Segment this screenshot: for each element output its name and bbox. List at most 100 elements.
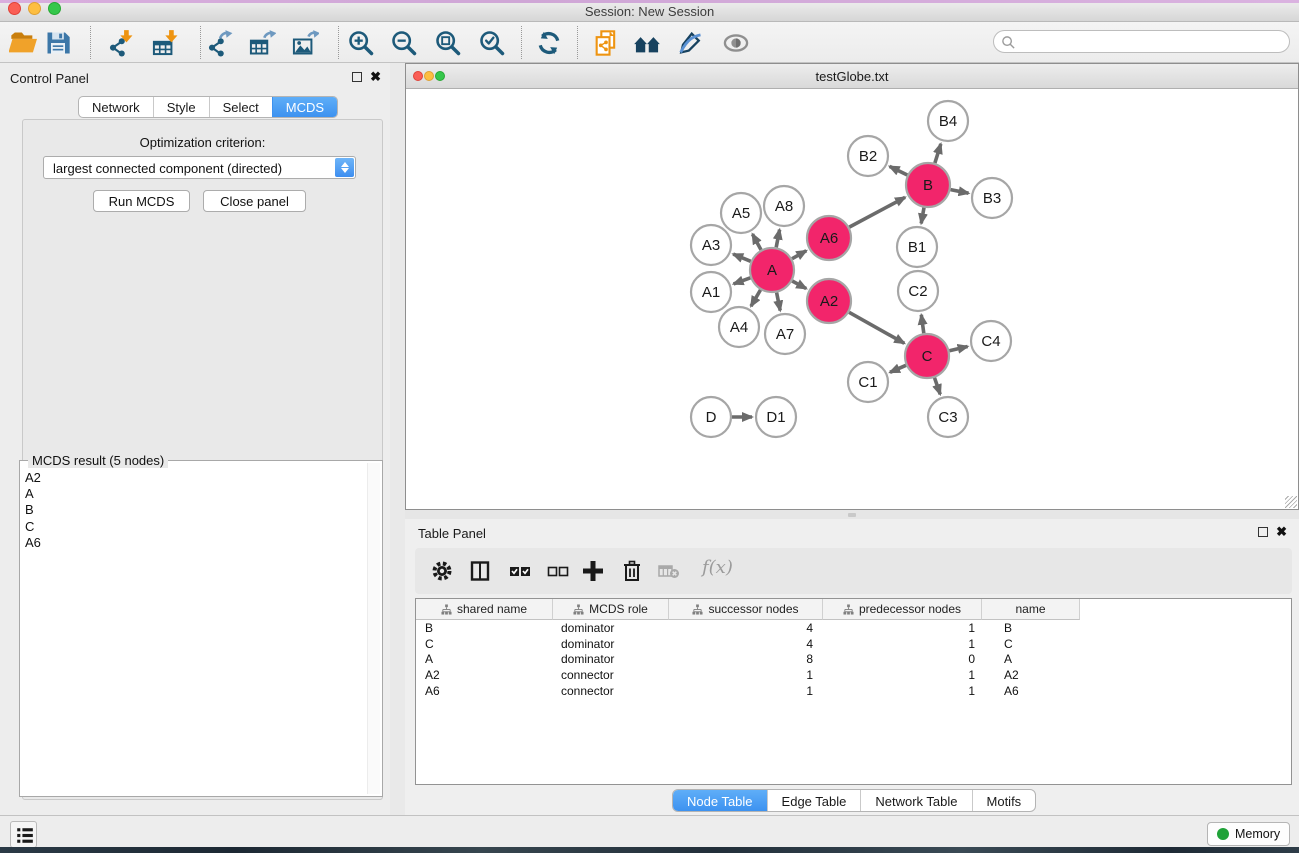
table-row-a6[interactable]: A6connector11A6: [416, 683, 1291, 699]
graph-node-C[interactable]: C: [905, 334, 949, 378]
deselect-all-icon[interactable]: [546, 559, 570, 583]
graph-edge-A6-B[interactable]: [849, 197, 905, 227]
network-canvas[interactable]: B4B2BB3A5A8A6B1A3AC2A1A2A4A7C4CC1C3DD1: [406, 89, 1298, 509]
network-window-titlebar[interactable]: testGlobe.txt: [406, 64, 1298, 89]
network-from-selection-icon[interactable]: [592, 29, 620, 57]
graph-node-C1[interactable]: C1: [848, 362, 888, 402]
show-graphics-details-icon[interactable]: [722, 29, 750, 57]
graph-node-B4[interactable]: B4: [928, 101, 968, 141]
memory-button[interactable]: Memory: [1207, 822, 1290, 846]
tab-network-table[interactable]: Network Table: [860, 790, 971, 811]
tab-mcds[interactable]: MCDS: [272, 97, 337, 117]
result-item-a6[interactable]: A6: [23, 535, 365, 551]
function-builder-icon[interactable]: f(x): [702, 557, 733, 578]
close-panel-button[interactable]: Close panel: [203, 190, 306, 212]
graph-edge-C-C3[interactable]: [935, 378, 941, 395]
tab-node-table[interactable]: Node Table: [673, 790, 767, 811]
tab-style[interactable]: Style: [153, 97, 209, 117]
search-field[interactable]: [993, 30, 1290, 53]
graph-edge-A-A4[interactable]: [751, 290, 761, 306]
graph-node-B1[interactable]: B1: [897, 227, 937, 267]
result-item-c[interactable]: C: [23, 519, 365, 535]
graph-edge-B-B1[interactable]: [921, 208, 924, 224]
graph-node-A8[interactable]: A8: [764, 186, 804, 226]
table-row-a[interactable]: Adominator80A: [416, 652, 1291, 668]
open-file-icon[interactable]: [9, 29, 37, 57]
column-header-successor-nodes[interactable]: successor nodes: [669, 599, 823, 620]
import-table-icon[interactable]: [151, 29, 179, 57]
add-column-icon[interactable]: [581, 559, 605, 583]
graph-node-C4[interactable]: C4: [971, 321, 1011, 361]
graph-edge-A-A2[interactable]: [792, 281, 806, 289]
graph-node-A6[interactable]: A6: [807, 216, 851, 260]
export-image-icon[interactable]: [291, 29, 319, 57]
graph-edge-B-B3[interactable]: [951, 190, 969, 194]
cybrowser-home-icon[interactable]: [633, 29, 661, 57]
result-scrollbar[interactable]: [367, 463, 380, 794]
tab-select[interactable]: Select: [209, 97, 272, 117]
graph-edge-A-A8[interactable]: [776, 230, 779, 248]
optimization-criterion-select[interactable]: largest connected component (directed): [43, 156, 356, 179]
float-table-panel-icon[interactable]: [1258, 527, 1268, 537]
graph-edge-C-C4[interactable]: [949, 347, 967, 351]
tab-motifs[interactable]: Motifs: [972, 790, 1036, 811]
column-header-shared-name[interactable]: shared name: [416, 599, 553, 620]
column-header-predecessor-nodes[interactable]: predecessor nodes: [823, 599, 982, 620]
graph-node-A2[interactable]: A2: [807, 279, 851, 323]
export-network-icon[interactable]: [205, 29, 233, 57]
graph-edge-B-B4[interactable]: [935, 144, 941, 163]
graph-node-B2[interactable]: B2: [848, 136, 888, 176]
close-table-panel-icon[interactable]: ✖: [1276, 527, 1287, 537]
column-header-MCDS-role[interactable]: MCDS role: [553, 599, 669, 620]
graph-node-D1[interactable]: D1: [756, 397, 796, 437]
graph-node-A7[interactable]: A7: [765, 314, 805, 354]
zoom-selected-icon[interactable]: [478, 29, 506, 57]
graph-node-A4[interactable]: A4: [719, 307, 759, 347]
column-header-name[interactable]: name: [982, 599, 1080, 620]
graph-edge-C-C1[interactable]: [890, 365, 906, 372]
zoom-out-icon[interactable]: [390, 29, 418, 57]
graph-edge-A-A7[interactable]: [777, 293, 781, 311]
app-titlebar[interactable]: Session: New Session: [0, 3, 1299, 22]
graph-edge-A-A5[interactable]: [753, 234, 762, 250]
tab-edge-table[interactable]: Edge Table: [767, 790, 861, 811]
table-row-a2[interactable]: A2connector11A2: [416, 667, 1291, 683]
import-network-icon[interactable]: [106, 29, 134, 57]
search-input[interactable]: [1020, 32, 1280, 51]
graph-node-D[interactable]: D: [691, 397, 731, 437]
graph-edge-C-C2[interactable]: [921, 315, 924, 333]
column-view-icon[interactable]: [468, 559, 492, 583]
export-table-icon[interactable]: [248, 29, 276, 57]
node-table[interactable]: shared nameMCDS rolesuccessor nodesprede…: [415, 598, 1292, 785]
result-item-a[interactable]: A: [23, 486, 365, 502]
save-session-icon[interactable]: [44, 29, 72, 57]
delete-column-icon[interactable]: [620, 559, 644, 583]
window-resize-grip[interactable]: [1285, 496, 1297, 508]
graph-node-C2[interactable]: C2: [898, 271, 938, 311]
graph-node-A1[interactable]: A1: [691, 272, 731, 312]
result-item-b[interactable]: B: [23, 502, 365, 518]
float-panel-icon[interactable]: [352, 72, 362, 82]
graph-node-A5[interactable]: A5: [721, 193, 761, 233]
hide-annotations-icon[interactable]: [676, 29, 704, 57]
table-settings-icon[interactable]: [430, 559, 454, 583]
run-mcds-button[interactable]: Run MCDS: [93, 190, 190, 212]
graph-node-C3[interactable]: C3: [928, 397, 968, 437]
select-all-icon[interactable]: [508, 559, 532, 583]
close-panel-icon[interactable]: ✖: [370, 72, 381, 82]
graph-node-B3[interactable]: B3: [972, 178, 1012, 218]
result-item-a2[interactable]: A2: [23, 470, 365, 486]
graph-edge-B-B2[interactable]: [890, 166, 908, 175]
delete-table-icon[interactable]: [657, 559, 681, 583]
table-row-b[interactable]: Bdominator41B: [416, 620, 1291, 636]
table-row-c[interactable]: Cdominator41C: [416, 636, 1291, 652]
zoom-fit-icon[interactable]: [434, 29, 462, 57]
graph-edge-A2-C[interactable]: [849, 312, 904, 343]
tab-network[interactable]: Network: [79, 97, 153, 117]
graph-node-B[interactable]: B: [906, 163, 950, 207]
refresh-layout-icon[interactable]: [535, 29, 563, 57]
divider-knob[interactable]: [848, 513, 856, 517]
mcds-result-list[interactable]: A2ABCA6: [23, 470, 365, 793]
split-pane-divider[interactable]: [405, 510, 1299, 519]
graph-node-A3[interactable]: A3: [691, 225, 731, 265]
